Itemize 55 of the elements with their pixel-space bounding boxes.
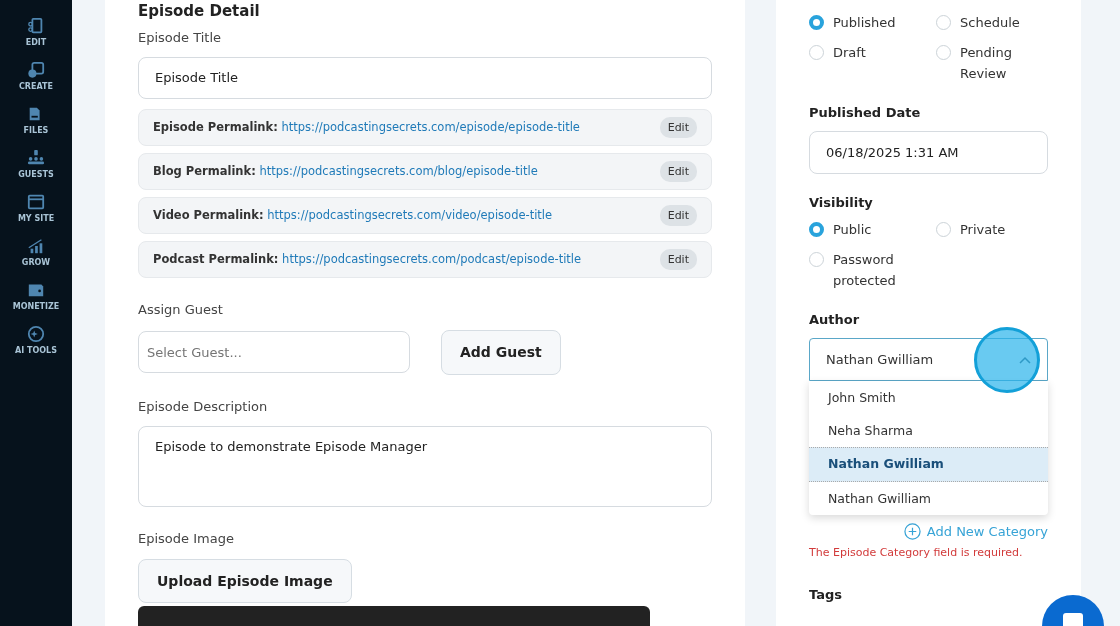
nav-item[interactable]: GUESTS [18,149,54,179]
status-option[interactable]: Published [809,12,936,33]
status-option[interactable]: Schedule [936,12,1048,33]
author-option[interactable]: Nathan Gwilliam [809,482,1048,515]
edit-button[interactable]: Edit [659,116,697,138]
nav-item[interactable]: GROW [21,237,51,267]
upload-image-button[interactable]: Upload Episode Image [138,558,352,604]
nav-item[interactable]: AI TOOLS [15,325,57,355]
field-label: Episode Image [138,530,235,546]
field-label: Episode Description [138,398,269,414]
title-input[interactable]: Episode Title [138,57,712,99]
field-label: Visibility [809,195,874,210]
visibility-option[interactable]: Private [936,219,1048,240]
description-textarea[interactable]: Episode to demonstrate Episode Manager [138,425,712,507]
field-label: Tags [809,587,843,602]
error-message: The Episode Category field is required. [809,546,1024,559]
section-heading: Episode Detail [138,2,261,20]
permalink-text: Episode Permalink: https://podcastingsecrets.com/episode/episode-title [153,120,580,135]
permalink-text: Blog Permalink: https://podcastingsecrets.com/blog/episode-title [153,164,538,179]
field-label: Episode Title [138,30,223,45]
date-input[interactable]: 06/18/2025 1:31 AM [809,131,1048,174]
grow-icon [27,237,45,255]
field-label: Published Date [809,105,922,120]
nav-item[interactable]: CREATE [19,61,53,91]
visibility-option[interactable]: Password protected [809,249,936,291]
create-icon [27,61,45,79]
plus-circle-icon [903,523,921,540]
permalink-text: Podcast Permalink: https://podcastingsecrets.com/podcast/episode-title [153,252,582,267]
add-guest-button[interactable]: Add Guest [441,329,561,375]
guests-icon [27,149,45,167]
ai-icon [27,325,45,343]
visibility-option[interactable]: Public [809,219,936,240]
status-option[interactable]: Draft [809,42,936,84]
author-option[interactable]: Nathan Gwilliam [809,447,1048,482]
permalink-link[interactable]: https://podcastingsecrets.com/video/episode-title [267,208,553,223]
author-option[interactable]: Neha Sharma [809,414,1048,447]
field-label: Assign Guest [138,301,224,317]
edit-button[interactable]: Edit [659,248,697,270]
permalink-link[interactable]: https://podcastingsecrets.com/podcast/episode-title [282,252,582,267]
nav-item[interactable]: MY SITE [17,193,55,223]
field-label: Author [809,312,861,327]
author-option[interactable]: John Smith [809,381,1048,414]
edit-button[interactable]: Edit [659,160,697,182]
edit-icon [27,17,45,35]
edit-button[interactable]: Edit [659,204,697,226]
nav-item[interactable]: MONETIZE [12,281,60,311]
chat-icon [1061,611,1085,626]
nav-item[interactable]: FILES [23,105,49,135]
nav-item[interactable]: EDIT [25,17,47,47]
status-option[interactable]: Pending Review [936,42,1048,84]
permalink-link[interactable]: https://podcastingsecrets.com/blog/episode-title [259,164,538,179]
permalink-link[interactable]: https://podcastingsecrets.com/episode/episode-title [281,120,580,135]
guest-select[interactable]: Select Guest... [138,331,410,374]
permalink-text: Video Permalink: https://podcastingsecrets.com/video/episode-title [153,208,553,223]
site-icon [27,193,45,211]
